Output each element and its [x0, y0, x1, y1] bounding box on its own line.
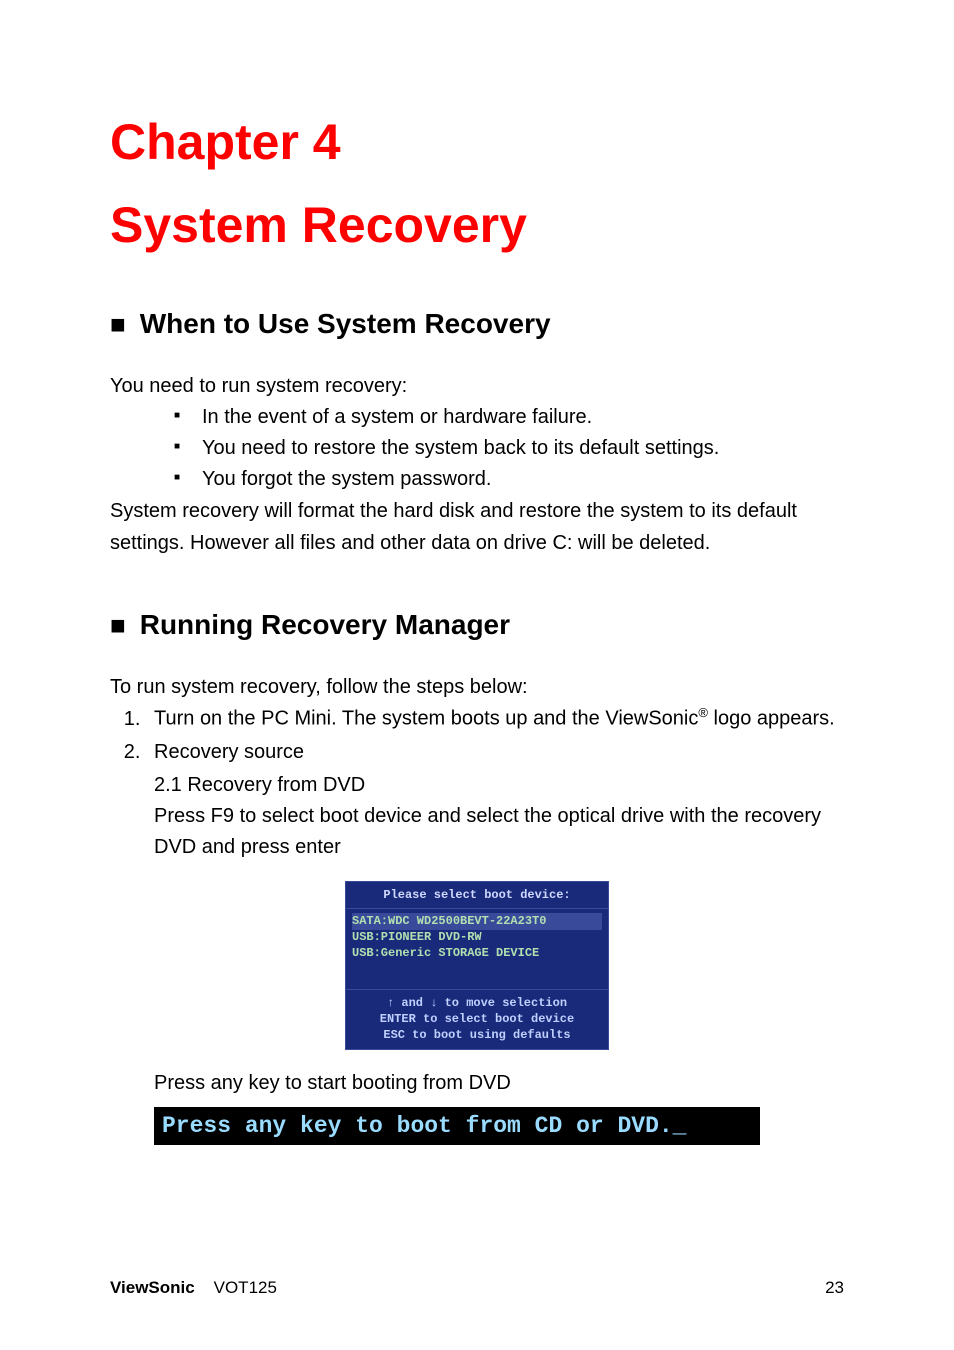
square-bullet-icon: ■	[110, 311, 126, 337]
section-running-recovery: ■ Running Recovery Manager To run system…	[110, 609, 844, 1145]
boot-menu-hint: ESC to boot using defaults	[350, 1028, 604, 1044]
section2-ordered-list: Turn on the PC Mini. The system boots up…	[110, 703, 844, 768]
section-when-to-use: ■ When to Use System Recovery You need t…	[110, 308, 844, 559]
list-item: Recovery source	[146, 737, 844, 768]
boot-menu-item: USB:Generic STORAGE DEVICE	[352, 946, 602, 962]
section1-outro: System recovery will format the hard dis…	[110, 495, 844, 559]
boot-menu-footer: ↑ and ↓ to move selection ENTER to selec…	[346, 990, 608, 1049]
boot-menu-item: USB:PIONEER DVD-RW	[352, 930, 602, 946]
section1-bullet-list: In the event of a system or hardware fai…	[110, 402, 844, 495]
section-heading: Running Recovery Manager	[140, 609, 510, 641]
step1-post: logo appears.	[708, 708, 835, 730]
registered-trademark-icon: ®	[698, 705, 708, 720]
substep-2-1-title: 2.1 Recovery from DVD	[110, 770, 844, 801]
boot-from-cd-prompt-image: Press any key to boot from CD or DVD._	[154, 1107, 760, 1145]
substep-2-1-text: Press F9 to select boot device and selec…	[110, 801, 844, 863]
boot-menu-hint: ENTER to select boot device	[350, 1012, 604, 1028]
page-footer: ViewSonic VOT125 23	[110, 1278, 844, 1298]
footer-brand: ViewSonic	[110, 1278, 195, 1297]
press-key-label: Press any key to start booting from DVD	[110, 1068, 844, 1099]
boot-menu-title: Please select boot device:	[346, 882, 608, 909]
footer-model-text: VOT125	[214, 1278, 277, 1297]
chapter-number: Chapter 4	[110, 110, 844, 175]
list-item: In the event of a system or hardware fai…	[174, 402, 844, 433]
page-number: 23	[825, 1278, 844, 1298]
boot-menu-item-selected: SATA:WDC WD2500BEVT-22A23T0	[352, 913, 602, 931]
chapter-name: System Recovery	[110, 193, 844, 258]
list-item: Turn on the PC Mini. The system boots up…	[146, 703, 844, 735]
section1-intro: You need to run system recovery:	[110, 370, 844, 402]
footer-model	[199, 1278, 213, 1297]
boot-menu-hint: ↑ and ↓ to move selection	[350, 996, 604, 1012]
list-item: You forgot the system password.	[174, 464, 844, 495]
square-bullet-icon: ■	[110, 612, 126, 638]
list-item: You need to restore the system back to i…	[174, 433, 844, 464]
section-heading: When to Use System Recovery	[140, 308, 551, 340]
section2-intro: To run system recovery, follow the steps…	[110, 671, 844, 703]
boot-device-menu-image: Please select boot device: SATA:WDC WD25…	[345, 881, 609, 1051]
boot-menu-list: SATA:WDC WD2500BEVT-22A23T0 USB:PIONEER …	[346, 909, 608, 991]
step1-pre: Turn on the PC Mini. The system boots up…	[154, 708, 698, 730]
